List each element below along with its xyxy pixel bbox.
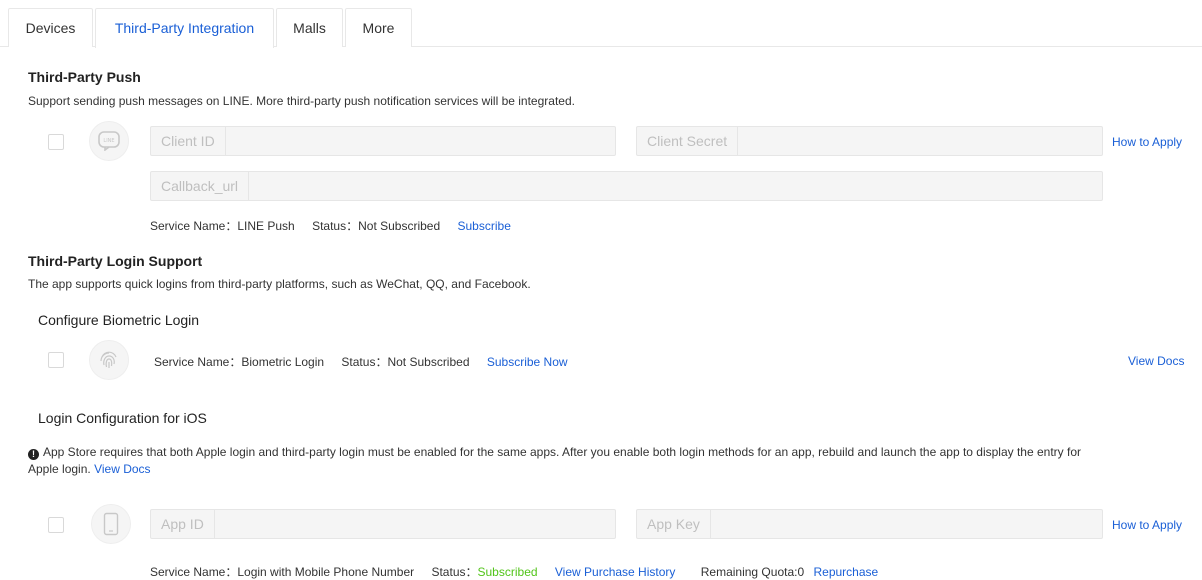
- login-section-title: Third-Party Login Support: [28, 253, 203, 269]
- client-id-label: Client ID: [151, 127, 226, 155]
- line-push-checkbox[interactable]: [48, 134, 64, 150]
- ios-notice-line-2: Apple login. View Docs: [28, 462, 151, 476]
- ios-view-docs-link[interactable]: View Docs: [94, 462, 150, 476]
- biometric-logo: [89, 340, 129, 380]
- tab-bar: Devices Third-Party Integration Malls Mo…: [0, 0, 1202, 48]
- tab-malls[interactable]: Malls: [276, 8, 343, 47]
- service-name-label: Service Name：: [154, 355, 242, 369]
- tab-more[interactable]: More: [345, 8, 412, 47]
- app-id-field[interactable]: App ID: [150, 509, 616, 539]
- phone-login-checkbox[interactable]: [48, 517, 64, 533]
- callback-url-label: Callback_url: [151, 172, 250, 200]
- service-name-value: Biometric Login: [241, 355, 325, 369]
- biometric-section-title: Configure Biometric Login: [38, 312, 200, 328]
- client-secret-input[interactable]: [738, 127, 1102, 155]
- fingerprint-icon: [100, 351, 117, 368]
- status-label: Status：: [341, 355, 388, 369]
- tab-devices[interactable]: Devices: [8, 8, 93, 47]
- repurchase-link[interactable]: Repurchase: [813, 565, 878, 579]
- client-id-field[interactable]: Client ID: [150, 126, 616, 156]
- status-value: Not Subscribed: [358, 219, 441, 233]
- client-secret-field[interactable]: Client Secret: [636, 126, 1103, 156]
- remaining-quota: Remaining Quota:0: [700, 565, 805, 579]
- mobile-phone-icon: [103, 512, 119, 536]
- line-subscribe-link[interactable]: Subscribe: [458, 219, 511, 233]
- service-name-label: Service Name：: [150, 219, 238, 233]
- biometric-service-info: Service Name：Biometric Login Status：Not …: [154, 353, 568, 370]
- line-icon: LINE: [98, 131, 120, 151]
- service-name-label: Service Name：: [150, 565, 238, 579]
- push-section-title: Third-Party Push: [28, 69, 141, 85]
- ios-how-to-apply-link[interactable]: How to Apply: [1112, 518, 1182, 532]
- status-subscribed-value: Subscribed: [477, 565, 538, 579]
- phone-login-service-info: Service Name：Login with Mobile Phone Num…: [150, 563, 878, 580]
- info-icon: !: [28, 449, 39, 460]
- callback-url-input[interactable]: [249, 172, 1102, 200]
- push-section-description: Support sending push messages on LINE. M…: [28, 94, 575, 108]
- client-secret-label: Client Secret: [637, 127, 739, 155]
- service-name-value: LINE Push: [237, 219, 295, 233]
- status-label: Status：: [431, 565, 478, 579]
- biometric-checkbox[interactable]: [48, 352, 64, 368]
- app-key-field[interactable]: App Key: [636, 509, 1103, 539]
- ios-notice-text: App Store requires that both Apple login…: [43, 445, 1082, 459]
- ios-section-title: Login Configuration for iOS: [38, 410, 207, 426]
- biometric-subscribe-now-link[interactable]: Subscribe Now: [487, 355, 568, 369]
- app-key-label: App Key: [637, 510, 711, 538]
- line-push-service-info: Service Name：LINE Push Status：Not Subscr…: [150, 217, 511, 234]
- phone-logo: [91, 504, 131, 544]
- ios-notice-text-2: Apple login.: [28, 462, 91, 476]
- login-section-description: The app supports quick logins from third…: [28, 277, 531, 291]
- line-logo-text: LINE: [103, 138, 114, 144]
- app-key-input[interactable]: [710, 510, 1102, 538]
- status-value: Not Subscribed: [387, 355, 470, 369]
- line-how-to-apply-link[interactable]: How to Apply: [1112, 135, 1182, 149]
- ios-notice-line-1: ! App Store requires that both Apple logi…: [28, 445, 1081, 460]
- status-label: Status：: [312, 219, 359, 233]
- client-id-input[interactable]: [225, 127, 615, 155]
- tab-third-party-integration[interactable]: Third-Party Integration: [95, 8, 274, 48]
- service-name-value: Login with Mobile Phone Number: [237, 565, 415, 579]
- app-id-label: App ID: [151, 510, 215, 538]
- callback-url-field[interactable]: Callback_url: [150, 171, 1103, 201]
- view-purchase-history-link[interactable]: View Purchase History: [555, 565, 676, 579]
- app-id-input[interactable]: [214, 510, 615, 538]
- line-logo: LINE: [89, 121, 129, 161]
- biometric-view-docs-link[interactable]: View Docs: [1128, 354, 1184, 368]
